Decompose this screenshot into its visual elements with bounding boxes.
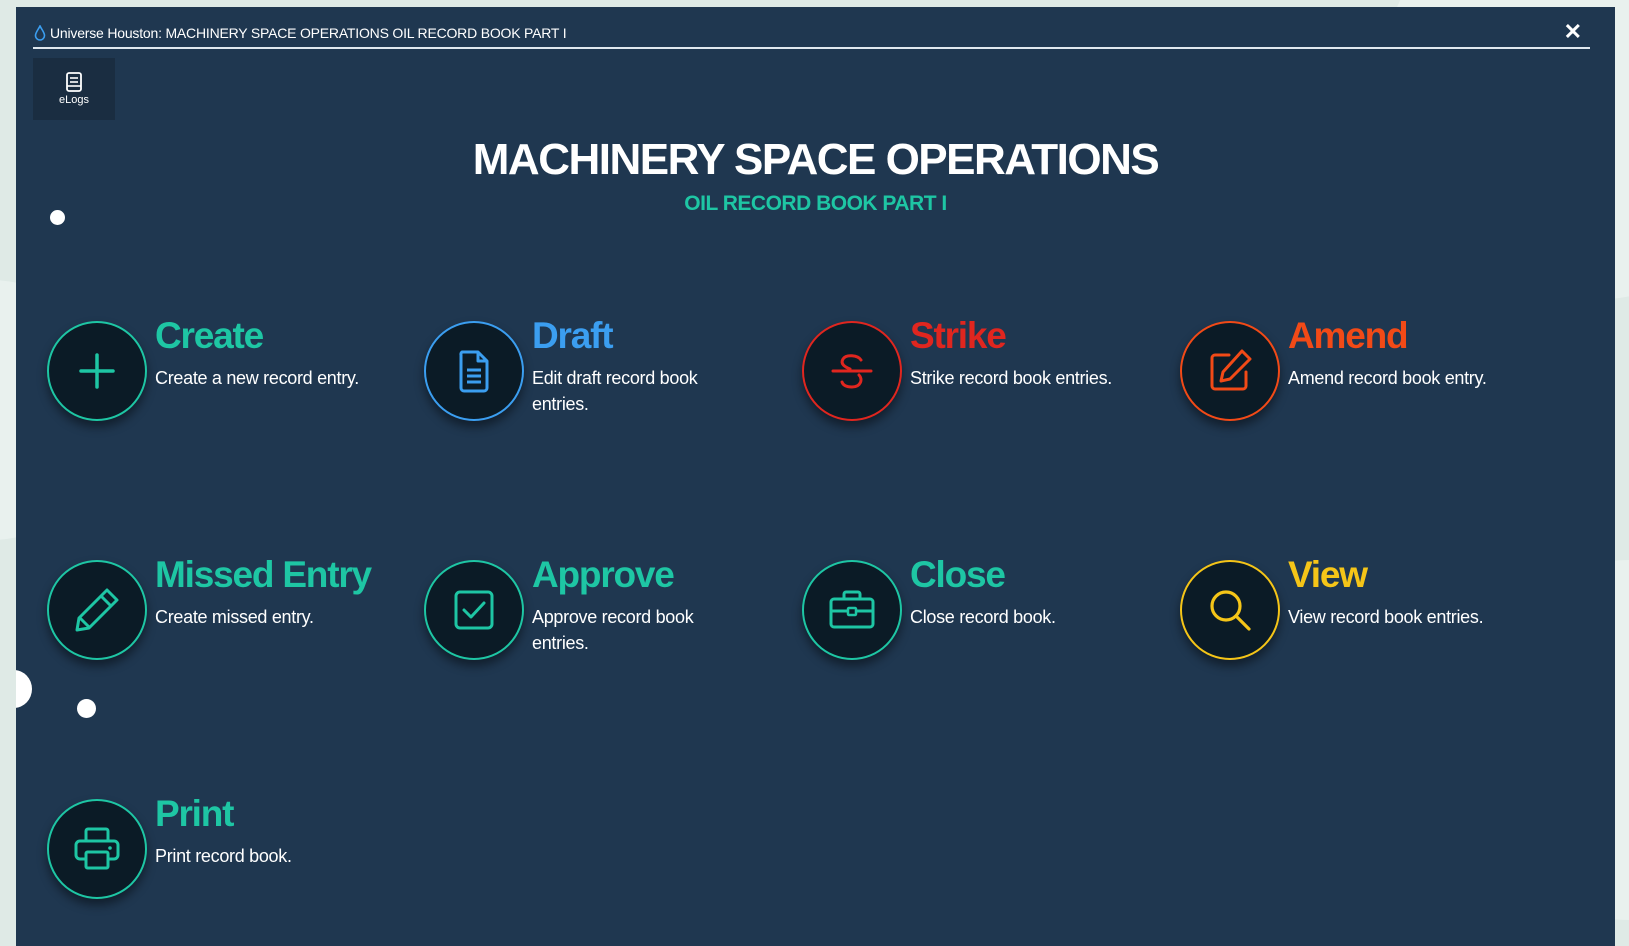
close-action[interactable]: Close Close record book. [786, 554, 1146, 670]
window-title: Universe Houston: MACHINERY SPACE OPERAT… [50, 25, 567, 41]
decorative-dot [50, 210, 65, 225]
elogs-label: eLogs [59, 94, 89, 106]
elogs-button[interactable]: eLogs [33, 58, 115, 120]
close-title: Close [910, 554, 1006, 595]
draft-action[interactable]: Draft Edit draft record book entries. [408, 315, 768, 431]
window-titlebar: Universe Houston: MACHINERY SPACE OPERAT… [33, 19, 1590, 49]
approve-title: Approve [532, 554, 675, 595]
edit-icon [1210, 349, 1252, 391]
create-action[interactable]: Create Create a new record entry. [31, 315, 391, 431]
briefcase-icon [829, 590, 875, 629]
close-button[interactable] [802, 560, 902, 660]
draft-button[interactable] [424, 321, 524, 421]
amend-button[interactable] [1180, 321, 1280, 421]
printer-icon [74, 827, 120, 870]
strike-button[interactable] [802, 321, 902, 421]
book-icon [66, 72, 82, 92]
print-title: Print [155, 793, 234, 834]
page-title: MACHINERY SPACE OPERATIONS [472, 135, 1160, 184]
approve-button[interactable] [424, 560, 524, 660]
approve-description: Approve record book entries. [532, 607, 694, 653]
missed-entry-action[interactable]: Missed Entry Create missed entry. [31, 554, 391, 670]
print-description: Print record book. [155, 846, 292, 866]
amend-description: Amend record book entry. [1288, 368, 1487, 388]
draft-title: Draft [532, 315, 614, 356]
oil-record-book-window: Universe Houston: MACHINERY SPACE OPERAT… [16, 7, 1615, 946]
strike-title: Strike [910, 315, 1007, 356]
water-drop-icon [34, 25, 46, 41]
missed-entry-button[interactable] [47, 560, 147, 660]
draft-description: Edit draft record book entries. [532, 368, 698, 414]
plus-icon [79, 353, 115, 389]
create-title: Create [155, 315, 264, 356]
decorative-dot [77, 699, 96, 718]
close-description: Close record book. [910, 607, 1056, 627]
missed-entry-title: Missed Entry [155, 554, 372, 595]
view-action[interactable]: View View record book entries. [1164, 554, 1524, 670]
checkbox-icon [454, 590, 494, 630]
create-button[interactable] [47, 321, 147, 421]
create-description: Create a new record entry. [155, 368, 359, 388]
close-icon[interactable]: ✕ [1564, 21, 1582, 43]
page-subtitle: OIL RECORD BOOK PART I [684, 192, 947, 215]
document-icon [459, 350, 489, 393]
strikethrough-icon [831, 354, 873, 389]
strike-description: Strike record book entries. [910, 368, 1112, 388]
amend-action[interactable]: Amend Amend record book entry. [1164, 315, 1524, 431]
print-button[interactable] [47, 799, 147, 899]
view-title: View [1288, 554, 1368, 595]
view-description: View record book entries. [1288, 607, 1484, 627]
search-icon [1210, 590, 1251, 631]
decorative-dot [16, 670, 32, 708]
view-button[interactable] [1180, 560, 1280, 660]
amend-title: Amend [1288, 315, 1409, 356]
strike-action[interactable]: Strike Strike record book entries. [786, 315, 1146, 431]
pencil-icon [75, 588, 119, 632]
print-action[interactable]: Print Print record book. [31, 793, 391, 909]
missed-entry-description: Create missed entry. [155, 607, 314, 627]
approve-action[interactable]: Approve Approve record book entries. [408, 554, 768, 670]
